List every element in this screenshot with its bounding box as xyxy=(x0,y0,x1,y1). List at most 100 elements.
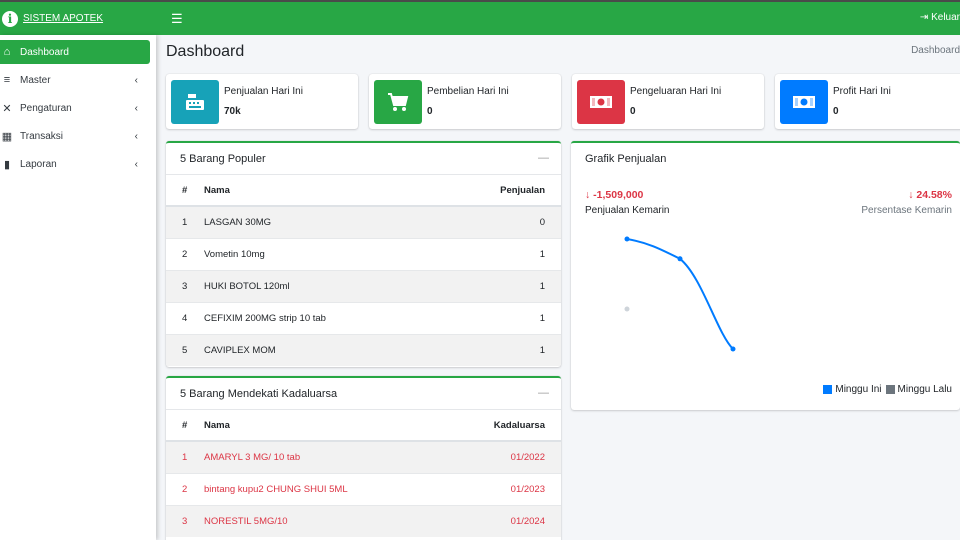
arrow-down-icon: ↓ xyxy=(585,189,591,201)
info-box-pengeluaran: Pengeluaran Hari Ini 0 xyxy=(572,74,764,129)
cell-name: HUKI BOTOL 120ml xyxy=(204,269,443,302)
brand-text: SISTEM APOTEK xyxy=(23,13,104,24)
card-title: 5 Barang Mendekati Kadaluarsa xyxy=(180,387,338,400)
table-row: 1 AMARYL 3 MG/ 10 tab 01/2022 xyxy=(166,440,561,473)
cell-no: 4 xyxy=(166,301,204,334)
table-row: 2 Vometin 10mg 1 xyxy=(166,237,561,270)
table-row: 2 bintang kupu2 CHUNG SHUI 5ML 01/2023 xyxy=(166,472,561,505)
arrow-down-icon: ↓ xyxy=(908,189,914,201)
chart-legend: Minggu Ini Minggu Lalu xyxy=(819,384,952,395)
cell-no: 1 xyxy=(166,205,204,238)
data-point-minggu-ini-1[interactable] xyxy=(677,256,683,262)
info-box-value: 0 xyxy=(833,106,839,117)
logout-link[interactable]: ⇥ Keluar xyxy=(920,12,960,23)
info-box-value: 0 xyxy=(630,106,636,117)
cash-register-icon xyxy=(171,80,219,124)
card-title: 5 Barang Populer xyxy=(180,152,266,165)
legend-label: Minggu Ini xyxy=(835,384,882,395)
expiring-items-table: # Nama Kadaluarsa 1 AMARYL 3 MG/ 10 tab … xyxy=(166,410,561,537)
tools-icon: ✕ xyxy=(2,102,12,115)
column-header: # xyxy=(166,175,204,207)
series-line-minggu-ini xyxy=(626,238,734,350)
stat-label: Penjualan Kemarin xyxy=(585,205,670,216)
column-header: Kadaluarsa xyxy=(447,410,561,442)
cell-name: AMARYL 3 MG/ 10 tab xyxy=(204,440,448,473)
stat-value: -1,509,000 xyxy=(593,189,644,201)
card-header: Grafik Penjualan xyxy=(571,143,960,175)
sidebar-item-label: Pengaturan xyxy=(20,102,72,114)
column-header: Nama xyxy=(204,410,448,442)
data-point-minggu-ini-0[interactable] xyxy=(624,236,630,242)
cell-name: Vometin 10mg xyxy=(204,237,443,270)
sidebar-item-dashboard[interactable]: ⌂ Dashboard xyxy=(0,40,150,64)
top-navbar: i SISTEM APOTEK ☰ ⇥ Keluar xyxy=(0,0,960,35)
chevron-left-icon: ‹ xyxy=(134,74,138,86)
cell-name: CEFIXIM 200MG strip 10 tab xyxy=(204,301,443,334)
sidebar-item-label: Laporan xyxy=(20,158,57,170)
popular-items-card: 5 Barang Populer — # Nama Penjualan 1 LA… xyxy=(166,141,561,367)
hamburger-icon[interactable]: ☰ xyxy=(171,11,183,27)
info-box-value: 70k xyxy=(224,106,241,117)
cell-value: 0 xyxy=(442,205,561,238)
legend-item[interactable]: Minggu Ini xyxy=(823,384,882,395)
sidebar-item-transaksi[interactable]: ▦ Transaksi ‹ xyxy=(0,124,150,148)
data-point-minggu-ini-2[interactable] xyxy=(730,346,736,352)
cell-value: 01/2023 xyxy=(447,472,561,505)
page-title: Dashboard xyxy=(166,43,245,60)
info-box-label: Pengeluaran Hari Ini xyxy=(630,86,722,97)
legend-swatch xyxy=(885,385,895,394)
book-icon: ▮ xyxy=(3,158,11,171)
cell-value: 1 xyxy=(442,333,561,366)
cell-name: bintang kupu2 CHUNG SHUI 5ML xyxy=(204,472,448,505)
cell-no: 3 xyxy=(166,269,204,302)
sidebar-item-label: Dashboard xyxy=(20,46,69,58)
data-point-minggu-lalu-0[interactable] xyxy=(624,306,630,312)
card-header: 5 Barang Populer — xyxy=(166,143,561,175)
sales-chart-card: Grafik Penjualan ↓ -1,509,000 Penjualan … xyxy=(571,141,960,410)
info-box-profit: Profit Hari Ini 0 xyxy=(775,74,960,129)
cell-value: 01/2022 xyxy=(447,440,561,473)
breadcrumb[interactable]: Dashboard xyxy=(911,45,960,56)
brand-link[interactable]: i SISTEM APOTEK xyxy=(0,2,156,35)
cell-no: 5 xyxy=(166,333,204,366)
cell-value: 1 xyxy=(442,237,561,270)
sidebar: ⌂ Dashboard ≡ Master ‹ ✕ Pengaturan ‹ ▦ … xyxy=(0,35,156,540)
cell-no: 2 xyxy=(166,237,204,270)
sidebar-item-laporan[interactable]: ▮ Laporan ‹ xyxy=(0,152,150,176)
logout-label: Keluar xyxy=(931,12,960,23)
sales-line-chart xyxy=(624,236,736,352)
sidebar-item-master[interactable]: ≡ Master ‹ xyxy=(0,68,150,92)
info-box-value: 0 xyxy=(427,106,433,117)
cash-register-icon: ▦ xyxy=(1,130,13,143)
cell-name: CAVIPLEX MOM xyxy=(204,333,443,366)
cell-value: 1 xyxy=(442,301,561,334)
cell-no: 1 xyxy=(166,440,204,473)
legend-item[interactable]: Minggu Lalu xyxy=(885,384,952,395)
expiring-items-card: 5 Barang Mendekati Kadaluarsa — # Nama K… xyxy=(166,376,561,540)
sign-out-icon: ⇥ xyxy=(919,12,929,23)
money-bill-icon xyxy=(780,80,828,124)
info-box-label: Profit Hari Ini xyxy=(833,86,891,97)
chevron-left-icon: ‹ xyxy=(134,158,138,170)
info-box-label: Penjualan Hari Ini xyxy=(224,86,303,97)
info-circle-icon: i xyxy=(2,10,18,27)
table-row: 1 LASGAN 30MG 0 xyxy=(166,205,561,238)
stat-label: Persentase Kemarin xyxy=(861,205,952,216)
main-content: Dashboard Dashboard Penjualan Hari Ini 7… xyxy=(156,35,960,540)
table-row: 5 CAVIPLEX MOM 1 xyxy=(166,333,561,366)
stat-value: 24.58% xyxy=(916,189,952,201)
sidebar-item-pengaturan[interactable]: ✕ Pengaturan ‹ xyxy=(0,96,150,120)
table-row: 3 NORESTIL 5MG/10 01/2024 xyxy=(166,504,561,537)
sidebar-item-label: Master xyxy=(20,74,51,86)
collapse-button[interactable]: — xyxy=(538,152,549,164)
legend-swatch xyxy=(823,385,833,394)
card-title: Grafik Penjualan xyxy=(585,153,667,165)
cell-no: 2 xyxy=(166,472,204,505)
collapse-button[interactable]: — xyxy=(538,387,549,399)
info-box-pembelian: Pembelian Hari Ini 0 xyxy=(369,74,561,129)
table-row: 3 HUKI BOTOL 120ml 1 xyxy=(166,269,561,302)
home-icon: ⌂ xyxy=(3,46,11,58)
database-icon: ≡ xyxy=(3,74,11,86)
column-header: Nama xyxy=(204,175,443,207)
shopping-cart-icon xyxy=(374,80,422,124)
